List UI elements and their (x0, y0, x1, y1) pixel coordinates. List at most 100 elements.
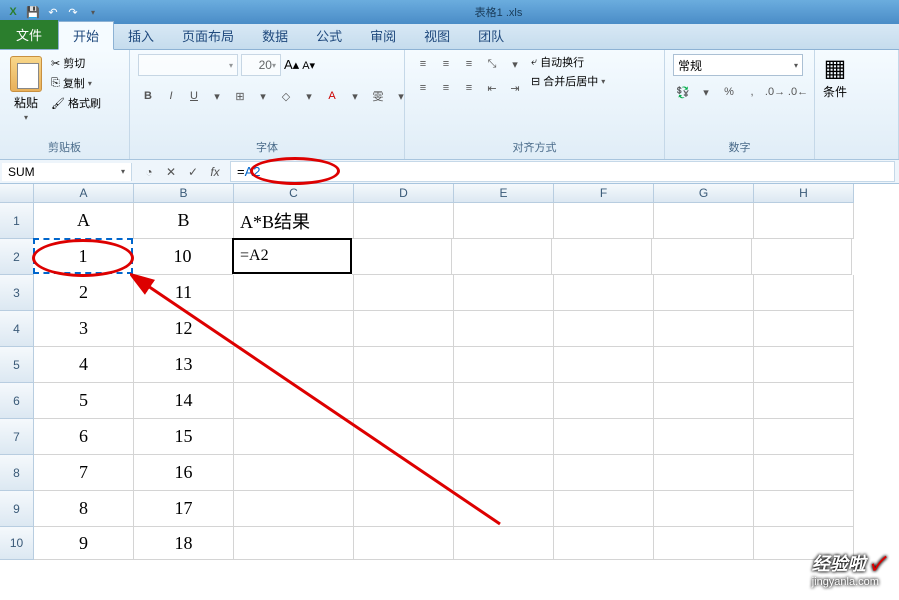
tab-data[interactable]: 数据 (248, 22, 302, 49)
cell-G3[interactable] (654, 275, 754, 311)
cell-E6[interactable] (454, 383, 554, 419)
cell-H4[interactable] (754, 311, 854, 347)
cell-G1[interactable] (654, 203, 754, 239)
cell-C6[interactable] (234, 383, 354, 419)
comma-icon[interactable]: , (742, 82, 762, 102)
row-header-10[interactable]: 10 (0, 527, 34, 560)
col-header-g[interactable]: G (654, 184, 754, 203)
cell-C2[interactable]: =A2 (232, 238, 352, 274)
bold-button[interactable]: B (138, 86, 158, 106)
orb-icon[interactable]: ◔ (140, 163, 158, 181)
col-header-c[interactable]: C (234, 184, 354, 203)
row-header-7[interactable]: 7 (0, 419, 34, 455)
phonetic-icon[interactable]: 雯 (368, 86, 388, 106)
align-middle-icon[interactable]: ≡ (436, 54, 456, 74)
font-color-icon[interactable]: A (322, 86, 342, 106)
cell-E5[interactable] (454, 347, 554, 383)
cell-A7[interactable]: 6 (34, 419, 134, 455)
currency-icon[interactable]: 💱 (673, 82, 693, 102)
cell-A6[interactable]: 5 (34, 383, 134, 419)
row-header-6[interactable]: 6 (0, 383, 34, 419)
tab-formulas[interactable]: 公式 (302, 22, 356, 49)
cell-E9[interactable] (454, 491, 554, 527)
orientation-icon[interactable]: ⤡ (482, 54, 502, 74)
percent-icon[interactable]: % (719, 82, 739, 102)
cell-D9[interactable] (354, 491, 454, 527)
col-header-a[interactable]: A (34, 184, 134, 203)
cell-B9[interactable]: 17 (134, 491, 234, 527)
row-header-5[interactable]: 5 (0, 347, 34, 383)
decrease-font-icon[interactable]: A▾ (302, 59, 315, 72)
undo-icon[interactable]: ↶ (44, 3, 62, 21)
cell-F6[interactable] (554, 383, 654, 419)
cell-H6[interactable] (754, 383, 854, 419)
cell-B7[interactable]: 15 (134, 419, 234, 455)
row-header-2[interactable]: 2 (0, 239, 34, 275)
cell-F2[interactable] (552, 239, 652, 275)
cell-A4[interactable]: 3 (34, 311, 134, 347)
col-header-e[interactable]: E (454, 184, 554, 203)
number-format-combo[interactable]: 常规▾ (673, 54, 803, 76)
tab-insert[interactable]: 插入 (114, 22, 168, 49)
formula-input[interactable]: =A2 (230, 161, 895, 182)
cell-H9[interactable] (754, 491, 854, 527)
cell-D5[interactable] (354, 347, 454, 383)
col-header-f[interactable]: F (554, 184, 654, 203)
row-header-1[interactable]: 1 (0, 203, 34, 239)
col-header-b[interactable]: B (134, 184, 234, 203)
cell-F3[interactable] (554, 275, 654, 311)
increase-indent-icon[interactable]: ⇥ (505, 78, 525, 98)
wrap-text-button[interactable]: ⤶自动换行 (531, 54, 605, 70)
align-left-icon[interactable]: ≡ (413, 78, 433, 98)
border-icon[interactable]: ⊞ (230, 86, 250, 106)
cell-G5[interactable] (654, 347, 754, 383)
cell-G4[interactable] (654, 311, 754, 347)
cell-C1[interactable]: A*B结果 (234, 203, 354, 239)
cell-A5[interactable]: 4 (34, 347, 134, 383)
row-header-8[interactable]: 8 (0, 455, 34, 491)
cell-E1[interactable] (454, 203, 554, 239)
tab-team[interactable]: 团队 (464, 22, 518, 49)
fill-color-icon[interactable]: ◇ (276, 86, 296, 106)
cell-D2[interactable] (352, 239, 452, 275)
cell-D4[interactable] (354, 311, 454, 347)
redo-icon[interactable]: ↷ (64, 3, 82, 21)
decrease-indent-icon[interactable]: ⇤ (482, 78, 502, 98)
cell-H7[interactable] (754, 419, 854, 455)
decrease-decimal-icon[interactable]: .0← (788, 82, 808, 102)
cell-C5[interactable] (234, 347, 354, 383)
cell-D3[interactable] (354, 275, 454, 311)
cell-E8[interactable] (454, 455, 554, 491)
tab-view[interactable]: 视图 (410, 22, 464, 49)
align-bottom-icon[interactable]: ≡ (459, 54, 479, 74)
cell-H2[interactable] (752, 239, 852, 275)
cell-F7[interactable] (554, 419, 654, 455)
col-header-d[interactable]: D (354, 184, 454, 203)
cell-G7[interactable] (654, 419, 754, 455)
cell-E4[interactable] (454, 311, 554, 347)
cell-E2[interactable] (452, 239, 552, 275)
confirm-formula-button[interactable]: ✓ (184, 163, 202, 181)
align-center-icon[interactable]: ≡ (436, 78, 456, 98)
merge-center-button[interactable]: ⊟合并后居中▾ (531, 73, 605, 89)
row-header-4[interactable]: 4 (0, 311, 34, 347)
cell-B4[interactable]: 12 (134, 311, 234, 347)
row-header-3[interactable]: 3 (0, 275, 34, 311)
cell-A3[interactable]: 2 (34, 275, 134, 311)
cell-F10[interactable] (554, 527, 654, 560)
cell-H3[interactable] (754, 275, 854, 311)
cell-G8[interactable] (654, 455, 754, 491)
cancel-formula-button[interactable]: ✕ (162, 163, 180, 181)
cell-D8[interactable] (354, 455, 454, 491)
cell-B8[interactable]: 16 (134, 455, 234, 491)
col-header-h[interactable]: H (754, 184, 854, 203)
tab-home[interactable]: 开始 (58, 21, 114, 50)
paste-dropdown-icon[interactable]: ▾ (24, 113, 28, 122)
cell-A9[interactable]: 8 (34, 491, 134, 527)
qat-more-icon[interactable]: ▾ (84, 3, 102, 21)
cell-B5[interactable]: 13 (134, 347, 234, 383)
cell-B2[interactable]: 10 (133, 239, 233, 275)
cell-B1[interactable]: B (134, 203, 234, 239)
cell-G10[interactable] (654, 527, 754, 560)
cell-D1[interactable] (354, 203, 454, 239)
